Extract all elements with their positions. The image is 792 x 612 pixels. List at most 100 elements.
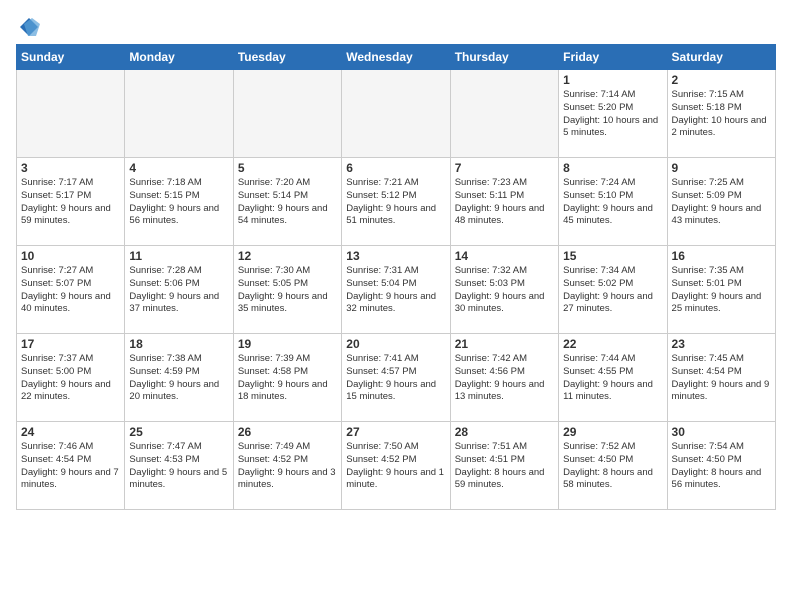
weekday-header-thursday: Thursday (450, 45, 558, 70)
calendar-cell: 19 Sunrise: 7:39 AM Sunset: 4:58 PM Dayli… (233, 334, 341, 422)
day-number: 18 (129, 337, 228, 351)
calendar-cell: 14Sunrise: 7:32 AM Sunset: 5:03 PM Dayli… (450, 246, 558, 334)
calendar-cell: 30 Sunrise: 7:54 AM Sunset: 4:50 PM Dayli… (667, 422, 775, 510)
cell-info: Sunrise: 7:28 AM Sunset: 5:06 PM Dayligh… (129, 265, 228, 316)
calendar-cell: 12Sunrise: 7:30 AM Sunset: 5:05 PM Dayli… (233, 246, 341, 334)
day-number: 28 (455, 425, 554, 439)
calendar-cell: 11Sunrise: 7:28 AM Sunset: 5:06 PM Dayli… (125, 246, 233, 334)
calendar-cell (17, 70, 125, 158)
logo (16, 16, 40, 34)
day-number: 15 (563, 249, 662, 263)
cell-info: Sunrise: 7:49 AM Sunset: 4:52 PM Dayligh… (238, 441, 337, 492)
calendar-cell: 10 Sunrise: 7:27 AM Sunset: 5:07 PM Dayli… (17, 246, 125, 334)
cell-info: Sunrise: 7:47 AM Sunset: 4:53 PM Dayligh… (129, 441, 228, 492)
weekday-header-sunday: Sunday (17, 45, 125, 70)
cell-info: Sunrise: 7:45 AM Sunset: 4:54 PM Dayligh… (672, 353, 771, 404)
calendar-cell: 7 Sunrise: 7:23 AM Sunset: 5:11 PM Daylig… (450, 158, 558, 246)
header (16, 16, 776, 34)
calendar-cell: 17 Sunrise: 7:37 AM Sunset: 5:00 PM Dayli… (17, 334, 125, 422)
cell-info: Sunrise: 7:18 AM Sunset: 5:15 PM Dayligh… (129, 177, 228, 228)
calendar-cell: 8Sunrise: 7:24 AM Sunset: 5:10 PM Daylig… (559, 158, 667, 246)
calendar-table: SundayMondayTuesdayWednesdayThursdayFrid… (16, 44, 776, 510)
calendar-cell: 2 Sunrise: 7:15 AM Sunset: 5:18 PM Daylig… (667, 70, 775, 158)
calendar-cell (342, 70, 450, 158)
calendar-cell: 6 Sunrise: 7:21 AM Sunset: 5:12 PM Daylig… (342, 158, 450, 246)
cell-info: Sunrise: 7:35 AM Sunset: 5:01 PM Dayligh… (672, 265, 771, 316)
cell-info: Sunrise: 7:50 AM Sunset: 4:52 PM Dayligh… (346, 441, 445, 492)
cell-info: Sunrise: 7:34 AM Sunset: 5:02 PM Dayligh… (563, 265, 662, 316)
cell-info: Sunrise: 7:41 AM Sunset: 4:57 PM Dayligh… (346, 353, 445, 404)
cell-info: Sunrise: 7:39 AM Sunset: 4:58 PM Dayligh… (238, 353, 337, 404)
cell-info: Sunrise: 7:15 AM Sunset: 5:18 PM Dayligh… (672, 89, 771, 140)
day-number: 17 (21, 337, 120, 351)
cell-info: Sunrise: 7:17 AM Sunset: 5:17 PM Dayligh… (21, 177, 120, 228)
calendar-week-3: 10 Sunrise: 7:27 AM Sunset: 5:07 PM Dayli… (17, 246, 776, 334)
cell-info: Sunrise: 7:23 AM Sunset: 5:11 PM Dayligh… (455, 177, 554, 228)
day-number: 20 (346, 337, 445, 351)
cell-info: Sunrise: 7:25 AM Sunset: 5:09 PM Dayligh… (672, 177, 771, 228)
day-number: 26 (238, 425, 337, 439)
day-number: 5 (238, 161, 337, 175)
cell-info: Sunrise: 7:38 AM Sunset: 4:59 PM Dayligh… (129, 353, 228, 404)
day-number: 1 (563, 73, 662, 87)
calendar-cell (233, 70, 341, 158)
calendar-cell: 18 Sunrise: 7:38 AM Sunset: 4:59 PM Dayli… (125, 334, 233, 422)
calendar-cell: 4 Sunrise: 7:18 AM Sunset: 5:15 PM Daylig… (125, 158, 233, 246)
day-number: 3 (21, 161, 120, 175)
calendar-cell: 13 Sunrise: 7:31 AM Sunset: 5:04 PM Dayli… (342, 246, 450, 334)
weekday-header-wednesday: Wednesday (342, 45, 450, 70)
calendar-week-5: 24 Sunrise: 7:46 AM Sunset: 4:54 PM Dayli… (17, 422, 776, 510)
day-number: 13 (346, 249, 445, 263)
cell-info: Sunrise: 7:30 AM Sunset: 5:05 PM Dayligh… (238, 265, 337, 316)
calendar-cell: 23Sunrise: 7:45 AM Sunset: 4:54 PM Dayli… (667, 334, 775, 422)
cell-info: Sunrise: 7:52 AM Sunset: 4:50 PM Dayligh… (563, 441, 662, 492)
calendar-cell: 25Sunrise: 7:47 AM Sunset: 4:53 PM Dayli… (125, 422, 233, 510)
calendar-cell: 28 Sunrise: 7:51 AM Sunset: 4:51 PM Dayli… (450, 422, 558, 510)
day-number: 7 (455, 161, 554, 175)
calendar-cell: 1 Sunrise: 7:14 AM Sunset: 5:20 PM Daylig… (559, 70, 667, 158)
page: SundayMondayTuesdayWednesdayThursdayFrid… (0, 0, 792, 520)
weekday-header-tuesday: Tuesday (233, 45, 341, 70)
cell-info: Sunrise: 7:31 AM Sunset: 5:04 PM Dayligh… (346, 265, 445, 316)
cell-info: Sunrise: 7:44 AM Sunset: 4:55 PM Dayligh… (563, 353, 662, 404)
cell-info: Sunrise: 7:21 AM Sunset: 5:12 PM Dayligh… (346, 177, 445, 228)
day-number: 30 (672, 425, 771, 439)
day-number: 8 (563, 161, 662, 175)
cell-info: Sunrise: 7:20 AM Sunset: 5:14 PM Dayligh… (238, 177, 337, 228)
day-number: 22 (563, 337, 662, 351)
calendar-week-1: 1 Sunrise: 7:14 AM Sunset: 5:20 PM Daylig… (17, 70, 776, 158)
calendar-cell: 24 Sunrise: 7:46 AM Sunset: 4:54 PM Dayli… (17, 422, 125, 510)
cell-info: Sunrise: 7:37 AM Sunset: 5:00 PM Dayligh… (21, 353, 120, 404)
cell-info: Sunrise: 7:14 AM Sunset: 5:20 PM Dayligh… (563, 89, 662, 140)
cell-info: Sunrise: 7:27 AM Sunset: 5:07 PM Dayligh… (21, 265, 120, 316)
day-number: 4 (129, 161, 228, 175)
calendar-cell: 5 Sunrise: 7:20 AM Sunset: 5:14 PM Daylig… (233, 158, 341, 246)
cell-info: Sunrise: 7:51 AM Sunset: 4:51 PM Dayligh… (455, 441, 554, 492)
day-number: 10 (21, 249, 120, 263)
calendar-week-4: 17 Sunrise: 7:37 AM Sunset: 5:00 PM Dayli… (17, 334, 776, 422)
day-number: 27 (346, 425, 445, 439)
weekday-header-friday: Friday (559, 45, 667, 70)
calendar-cell: 15 Sunrise: 7:34 AM Sunset: 5:02 PM Dayli… (559, 246, 667, 334)
calendar-cell: 22 Sunrise: 7:44 AM Sunset: 4:55 PM Dayli… (559, 334, 667, 422)
weekday-header-monday: Monday (125, 45, 233, 70)
weekday-header-saturday: Saturday (667, 45, 775, 70)
calendar-cell: 3 Sunrise: 7:17 AM Sunset: 5:17 PM Daylig… (17, 158, 125, 246)
day-number: 19 (238, 337, 337, 351)
calendar-week-2: 3 Sunrise: 7:17 AM Sunset: 5:17 PM Daylig… (17, 158, 776, 246)
cell-info: Sunrise: 7:54 AM Sunset: 4:50 PM Dayligh… (672, 441, 771, 492)
day-number: 24 (21, 425, 120, 439)
weekday-header-row: SundayMondayTuesdayWednesdayThursdayFrid… (17, 45, 776, 70)
calendar-cell: 26 Sunrise: 7:49 AM Sunset: 4:52 PM Dayli… (233, 422, 341, 510)
calendar-cell (450, 70, 558, 158)
cell-info: Sunrise: 7:46 AM Sunset: 4:54 PM Dayligh… (21, 441, 120, 492)
day-number: 6 (346, 161, 445, 175)
calendar-cell: 9Sunrise: 7:25 AM Sunset: 5:09 PM Daylig… (667, 158, 775, 246)
calendar-cell: 21Sunrise: 7:42 AM Sunset: 4:56 PM Dayli… (450, 334, 558, 422)
calendar-cell: 27 Sunrise: 7:50 AM Sunset: 4:52 PM Dayli… (342, 422, 450, 510)
calendar-cell: 16Sunrise: 7:35 AM Sunset: 5:01 PM Dayli… (667, 246, 775, 334)
day-number: 2 (672, 73, 771, 87)
calendar-cell: 29Sunrise: 7:52 AM Sunset: 4:50 PM Dayli… (559, 422, 667, 510)
logo-icon (18, 16, 40, 38)
calendar-cell (125, 70, 233, 158)
